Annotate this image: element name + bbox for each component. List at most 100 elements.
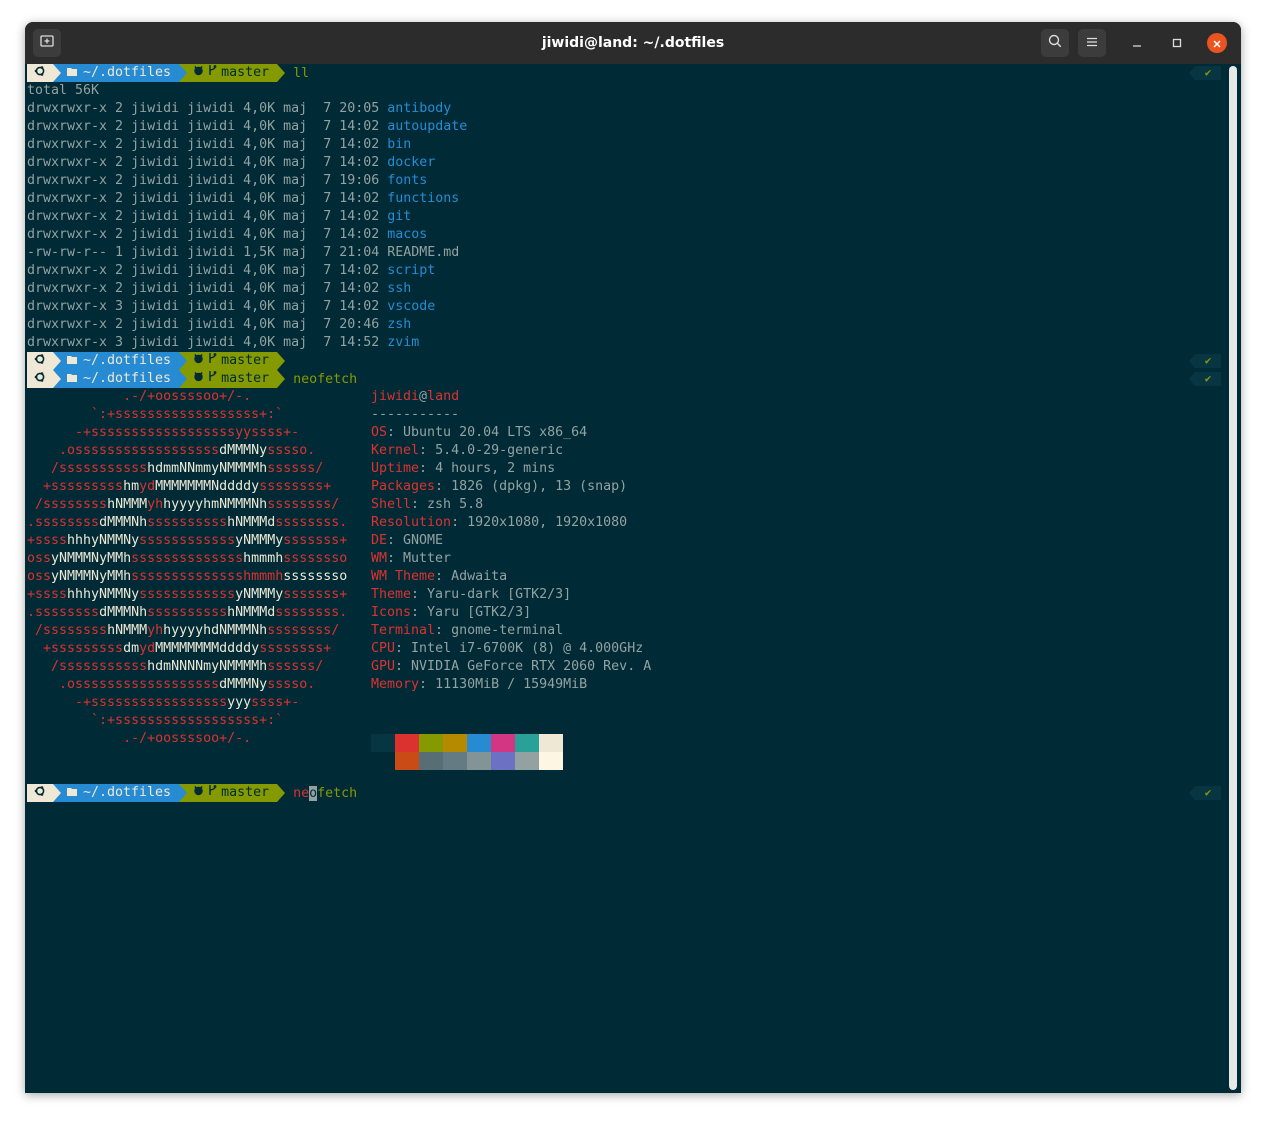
menu-button[interactable]: [1078, 29, 1106, 57]
ls-row: drwxrwxr-x 3 jiwidi jiwidi 4,0K maj 7 14…: [27, 334, 419, 352]
color-swatch: [515, 752, 539, 770]
ls-file-name[interactable]: README.md: [387, 245, 459, 260]
neofetch-info-key: GPU: [371, 659, 396, 674]
segment-separator: [53, 370, 61, 388]
neofetch-info-value: Mutter: [403, 551, 452, 566]
git-branch-icon: [208, 370, 217, 388]
neofetch-info-colon: :: [419, 677, 436, 692]
ls-dir-name[interactable]: git: [387, 209, 411, 224]
terminal-output[interactable]: ~/.dotfiles master ll ✔ total 56K drwxrwxr-x …: [27, 64, 1227, 1093]
neofetch-info-value: 11130MiB / 15949MiB: [435, 677, 588, 692]
ls-row: drwxrwxr-x 2 jiwidi jiwidi 4,0K maj 7 20…: [27, 100, 451, 118]
github-cat-icon: [193, 64, 204, 82]
neofetch-at: @: [419, 389, 428, 404]
ubuntu-logo-icon: [34, 353, 46, 369]
neofetch-info-colon: :: [435, 623, 452, 638]
check-icon: ✔: [1195, 786, 1221, 800]
segment-separator: [53, 64, 61, 82]
neofetch-info-value: zsh 5.8: [427, 497, 484, 512]
minimize-button[interactable]: [1127, 33, 1147, 53]
ls-dir-name[interactable]: antibody: [387, 101, 451, 116]
neofetch-logo-line: `:+ssssssssssssssssss+:`: [27, 713, 284, 728]
neofetch-info-row: Resolution: 1920x1080, 1920x1080: [371, 514, 627, 532]
neofetch-info-colon: :: [419, 461, 436, 476]
folder-icon: [67, 352, 77, 370]
ls-total: total 56K: [27, 83, 100, 98]
git-branch-name: master: [221, 65, 270, 80]
color-swatch: [419, 734, 443, 752]
ls-dir-name[interactable]: macos: [387, 227, 427, 242]
scrollbar[interactable]: [1229, 66, 1237, 1090]
neofetch-info-value: gnome-terminal: [451, 623, 564, 638]
ls-permissions: drwxrwxr-x 2 jiwidi jiwidi 4,0K maj 7 14…: [27, 119, 388, 134]
ls-dir-name[interactable]: bin: [387, 137, 411, 152]
ls-dir-name[interactable]: zvim: [387, 335, 419, 350]
segment-separator: [277, 64, 286, 82]
ls-row: drwxrwxr-x 2 jiwidi jiwidi 4,0K maj 7 14…: [27, 280, 411, 298]
status-ok-badge: ✔: [1189, 370, 1221, 388]
neofetch-info-key: WM: [371, 551, 388, 566]
command-neofetch: neofetch: [293, 371, 358, 387]
git-segment: master: [187, 370, 278, 388]
neofetch-info-value: Yaru-dark [GTK2/3]: [427, 587, 572, 602]
neofetch-info-row: Uptime: 4 hours, 2 mins: [371, 460, 555, 478]
status-ok-badge: ✔: [1189, 352, 1221, 370]
ls-dir-name[interactable]: zsh: [387, 317, 411, 332]
ls-dir-name[interactable]: fonts: [387, 173, 427, 188]
ls-row: drwxrwxr-x 2 jiwidi jiwidi 4,0K maj 7 14…: [27, 136, 411, 154]
neofetch-info-colon: :: [451, 515, 468, 530]
ls-permissions: drwxrwxr-x 2 jiwidi jiwidi 4,0K maj 7 20…: [27, 101, 388, 116]
neofetch-info-row: DE: GNOME: [371, 532, 443, 550]
neofetch-info-row: WM Theme: Adwaita: [371, 568, 507, 586]
ls-row: drwxrwxr-x 2 jiwidi jiwidi 4,0K maj 7 14…: [27, 154, 435, 172]
neofetch-info-value: 1826 (dpkg), 13 (snap): [451, 479, 628, 494]
typed-command-post: fetch: [317, 785, 358, 801]
close-button[interactable]: [1207, 33, 1227, 53]
neofetch-info-colon: :: [419, 443, 436, 458]
git-segment: master: [187, 352, 278, 370]
neofetch-info-colon: :: [435, 569, 452, 584]
maximize-button[interactable]: [1167, 33, 1187, 53]
neofetch-info-colon: :: [387, 425, 404, 440]
neofetch-info-key: Resolution: [371, 515, 452, 530]
ls-dir-name[interactable]: vscode: [387, 299, 435, 314]
directory-path: ~/.dotfiles: [83, 371, 172, 386]
ls-dir-name[interactable]: docker: [387, 155, 435, 170]
ls-row: drwxrwxr-x 2 jiwidi jiwidi 4,0K maj 7 14…: [27, 190, 459, 208]
github-cat-icon: [193, 352, 204, 370]
neofetch-info-colon: :: [387, 533, 404, 548]
neofetch-info-row: Theme: Yaru-dark [GTK2/3]: [371, 586, 571, 604]
git-segment: master: [187, 64, 278, 82]
title-bar[interactable]: jiwidi@land: ~/.dotfiles: [25, 22, 1241, 64]
color-swatch: [419, 752, 443, 770]
ls-dir-name[interactable]: functions: [387, 191, 459, 206]
neofetch-info-row: Packages: 1826 (dpkg), 13 (snap): [371, 478, 627, 496]
neofetch-info-key: Theme: [371, 587, 412, 602]
neofetch-info-colon: :: [411, 497, 428, 512]
ls-dir-name[interactable]: autoupdate: [387, 119, 467, 134]
neofetch-info-colon: :: [387, 551, 404, 566]
ls-row: -rw-rw-r-- 1 jiwidi jiwidi 1,5K maj 7 21…: [27, 244, 459, 262]
neofetch-info-value: Intel i7-6700K (8) @ 4.000GHz: [411, 641, 644, 656]
search-button[interactable]: [1041, 29, 1069, 57]
ls-permissions: drwxrwxr-x 3 jiwidi jiwidi 4,0K maj 7 14…: [27, 335, 388, 350]
hamburger-menu-icon: [1085, 34, 1099, 53]
ubuntu-logo-icon: [34, 785, 46, 801]
color-swatch: [515, 734, 539, 752]
folder-icon: [67, 784, 77, 802]
maximize-icon: [1171, 34, 1183, 53]
neofetch-info-key: Uptime: [371, 461, 420, 476]
ls-permissions: drwxrwxr-x 2 jiwidi jiwidi 4,0K maj 7 14…: [27, 227, 388, 242]
close-icon: [1212, 34, 1222, 53]
color-swatch: [443, 734, 467, 752]
text-cursor: o: [309, 785, 318, 801]
neofetch-logo-line: /ssssssssssshdmNNNNmyNMMMMhssssss/: [27, 659, 324, 674]
ls-dir-name[interactable]: script: [387, 263, 435, 278]
neofetch-info-colon: :: [395, 659, 412, 674]
neofetch-info-key: Terminal: [371, 623, 436, 638]
neofetch-logo-line: .-/+oossssoo+/-.: [27, 731, 252, 746]
ls-permissions: drwxrwxr-x 2 jiwidi jiwidi 4,0K maj 7 19…: [27, 173, 388, 188]
git-branch-name: master: [221, 353, 270, 368]
ls-dir-name[interactable]: ssh: [387, 281, 411, 296]
neofetch-logo-line: ossyNMMMNyMMhsssssssssssssshmmmhssssssso: [27, 551, 348, 566]
